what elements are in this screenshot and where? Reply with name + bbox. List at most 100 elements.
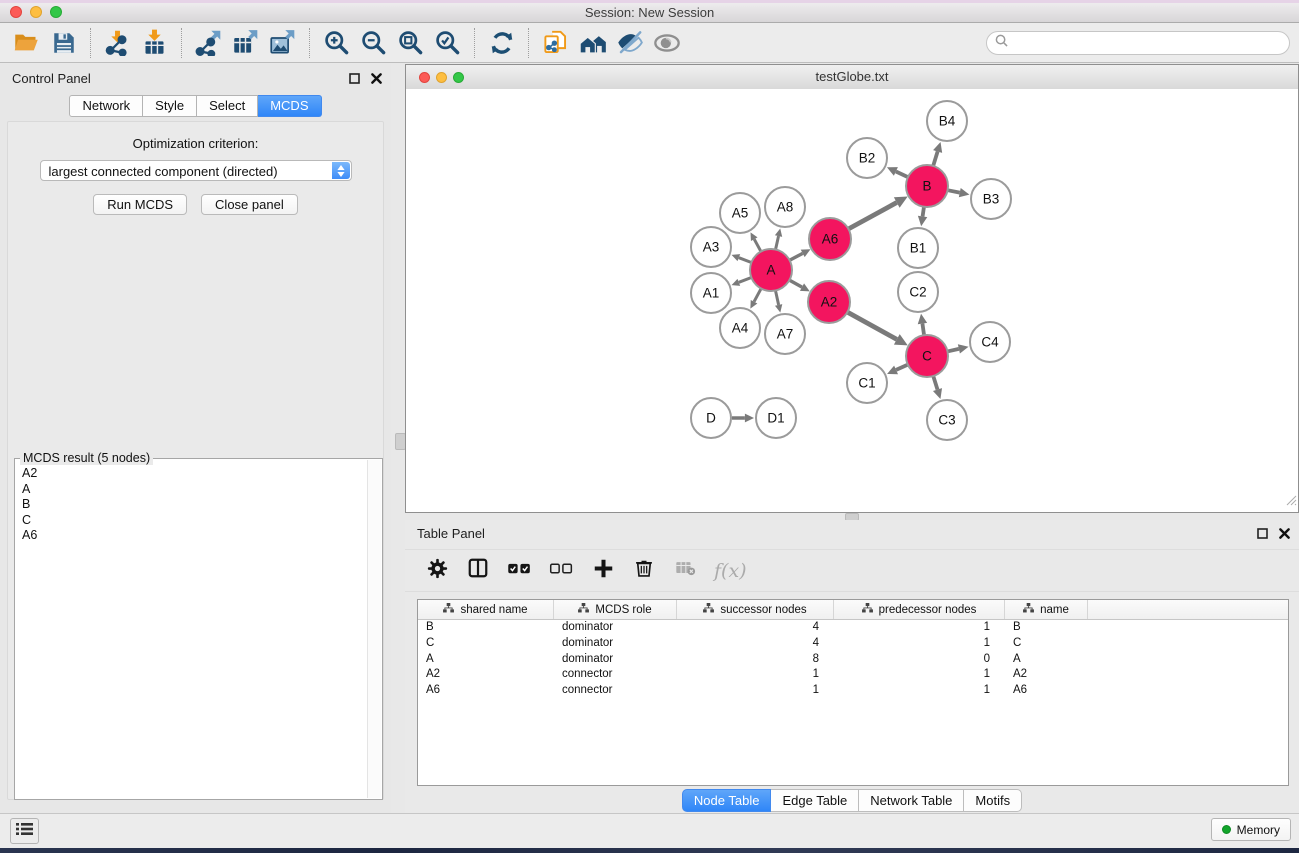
column-header-name[interactable]: name: [1005, 600, 1088, 619]
tab-mcds[interactable]: MCDS: [258, 95, 321, 117]
close-window-button[interactable]: [10, 6, 22, 18]
edge-A6-B[interactable]: [848, 197, 907, 229]
node-C3[interactable]: C3: [927, 400, 967, 440]
tab-edge-table[interactable]: Edge Table: [771, 789, 859, 812]
run-mcds-button[interactable]: Run MCDS: [93, 194, 187, 215]
node-B1[interactable]: B1: [898, 228, 938, 268]
cell-name[interactable]: B: [1005, 620, 1088, 636]
edge-A2-C[interactable]: [847, 312, 907, 345]
table-settings-button[interactable]: [425, 557, 449, 585]
mcds-result-item[interactable]: A: [16, 482, 367, 498]
open-file-button[interactable]: [8, 26, 45, 60]
edge-A-A6[interactable]: [790, 249, 811, 260]
edge-B-B3[interactable]: [948, 188, 970, 197]
cell-successor-nodes[interactable]: 4: [677, 620, 834, 636]
edge-A-A3[interactable]: [732, 254, 752, 262]
edge-C-C3[interactable]: [933, 376, 942, 399]
cell-shared-name[interactable]: A2: [418, 667, 554, 683]
network-close-button[interactable]: [419, 72, 430, 83]
edge-B-B2[interactable]: [887, 167, 908, 177]
edge-C-C4[interactable]: [947, 344, 968, 353]
export-network-button[interactable]: [190, 26, 227, 60]
unselect-all-columns-button[interactable]: [549, 557, 574, 585]
criterion-select[interactable]: largest connected component (directed): [40, 160, 352, 181]
network-window-titlebar[interactable]: testGlobe.txt: [406, 65, 1298, 90]
cell-name[interactable]: A: [1005, 652, 1088, 668]
cell-successor-nodes[interactable]: 4: [677, 636, 834, 652]
create-column-button[interactable]: [591, 557, 615, 585]
table-row[interactable]: A6connector11A6: [418, 683, 1288, 699]
node-A4[interactable]: A4: [720, 308, 760, 348]
window-resize-grip[interactable]: [1285, 493, 1297, 511]
node-A1[interactable]: A1: [691, 273, 731, 313]
tab-network-table[interactable]: Network Table: [859, 789, 964, 812]
cell-name[interactable]: A6: [1005, 683, 1088, 699]
delete-columns-button[interactable]: [632, 557, 656, 585]
save-session-button[interactable]: [45, 26, 82, 60]
node-C2[interactable]: C2: [898, 272, 938, 312]
node-A[interactable]: A: [750, 249, 792, 291]
float-table-panel-icon[interactable]: [1257, 528, 1268, 539]
cell-successor-nodes[interactable]: 8: [677, 652, 834, 668]
node-B[interactable]: B: [906, 165, 948, 207]
hide-graphics-details-button[interactable]: [611, 26, 648, 60]
node-D1[interactable]: D1: [756, 398, 796, 438]
minimize-window-button[interactable]: [30, 6, 42, 18]
show-columns-button[interactable]: [466, 557, 490, 585]
show-panels-button[interactable]: [10, 818, 39, 844]
delete-table-button[interactable]: [673, 557, 697, 585]
open-recent-button[interactable]: [574, 26, 611, 60]
edge-C-C1[interactable]: [887, 365, 908, 375]
node-A3[interactable]: A3: [691, 227, 731, 267]
edge-A-A1[interactable]: [732, 278, 752, 286]
edge-A-A2[interactable]: [789, 280, 809, 291]
mcds-result-item[interactable]: C: [16, 513, 367, 529]
node-D[interactable]: D: [691, 398, 731, 438]
node-B3[interactable]: B3: [971, 179, 1011, 219]
edge-A-A8[interactable]: [775, 228, 782, 249]
node-B4[interactable]: B4: [927, 101, 967, 141]
tab-motifs[interactable]: Motifs: [964, 789, 1022, 812]
clone-network-button[interactable]: [537, 26, 574, 60]
close-table-panel-icon[interactable]: [1279, 528, 1290, 539]
edge-A-A7[interactable]: [775, 291, 782, 313]
import-network-button[interactable]: [99, 26, 136, 60]
edge-B-B1[interactable]: [918, 207, 927, 226]
cell-MCDS-role[interactable]: connector: [554, 667, 677, 683]
table-row[interactable]: Bdominator41B: [418, 620, 1288, 636]
cell-name[interactable]: A2: [1005, 667, 1088, 683]
node-A5[interactable]: A5: [720, 193, 760, 233]
cell-shared-name[interactable]: A: [418, 652, 554, 668]
cell-predecessor-nodes[interactable]: 1: [834, 667, 1005, 683]
edge-A-A5[interactable]: [751, 232, 761, 251]
cell-MCDS-role[interactable]: dominator: [554, 636, 677, 652]
export-image-button[interactable]: [264, 26, 301, 60]
node-A7[interactable]: A7: [765, 314, 805, 354]
table-row[interactable]: Cdominator41C: [418, 636, 1288, 652]
cell-name[interactable]: C: [1005, 636, 1088, 652]
cell-MCDS-role[interactable]: dominator: [554, 620, 677, 636]
edge-A-A4[interactable]: [750, 289, 761, 309]
cell-predecessor-nodes[interactable]: 1: [834, 683, 1005, 699]
cell-shared-name[interactable]: B: [418, 620, 554, 636]
memory-button[interactable]: Memory: [1211, 818, 1291, 841]
edge-D-D1[interactable]: [732, 414, 754, 423]
node-A6[interactable]: A6: [809, 218, 851, 260]
mcds-result-item[interactable]: B: [16, 497, 367, 513]
node-B2[interactable]: B2: [847, 138, 887, 178]
column-header-predecessor-nodes[interactable]: predecessor nodes: [834, 600, 1005, 619]
export-table-button[interactable]: [227, 26, 264, 60]
column-header-MCDS-role[interactable]: MCDS role: [554, 600, 677, 619]
search-input[interactable]: [1013, 33, 1289, 53]
select-all-columns-button[interactable]: [507, 557, 532, 585]
table-row[interactable]: A2connector11A2: [418, 667, 1288, 683]
cell-shared-name[interactable]: A6: [418, 683, 554, 699]
tab-node-table[interactable]: Node Table: [682, 789, 772, 812]
zoom-fit-button[interactable]: [392, 26, 429, 60]
network-minimize-button[interactable]: [436, 72, 447, 83]
float-panel-icon[interactable]: [349, 73, 360, 84]
tab-select[interactable]: Select: [197, 95, 258, 117]
node-A8[interactable]: A8: [765, 187, 805, 227]
zoom-out-button[interactable]: [355, 26, 392, 60]
mcds-result-item[interactable]: A6: [16, 528, 367, 544]
